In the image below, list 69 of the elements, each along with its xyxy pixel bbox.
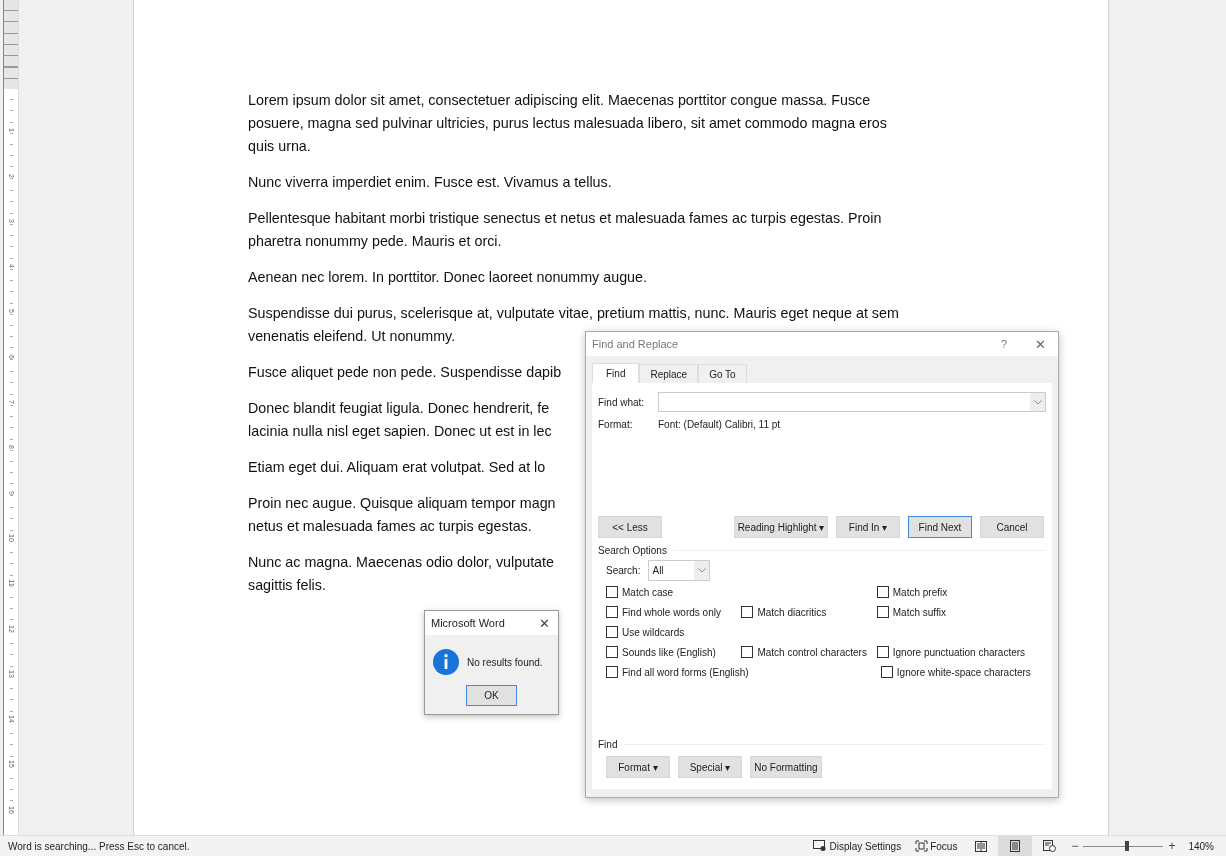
dropdown-caret-icon	[697, 568, 706, 573]
option-checkbox[interactable]: Ignore white-space characters	[880, 666, 1031, 678]
book-icon	[975, 840, 988, 852]
dialog-button[interactable]: Find In ▾	[836, 516, 900, 538]
body-text-line: sagittis felis.	[248, 577, 326, 593]
option-checkbox[interactable]: Match suffix	[876, 606, 946, 618]
option-checkbox[interactable]: Find whole words only	[606, 606, 721, 618]
body-text-line: Donec blandit feugiat ligula. Donec hendrerit, fe	[248, 400, 550, 416]
message-text: No results found.	[467, 656, 543, 668]
body-text-line: posuere, magna sed pulvinar ultricies, purus lectus malesuada libero, sit amet commodo magna eros	[248, 115, 887, 131]
monitor-gear-icon	[813, 840, 828, 852]
dialog-button[interactable]: Find Next	[908, 516, 972, 538]
body-text-line: lacinia nulla nisl eget sapien. Donec ut est in lec	[248, 423, 552, 439]
option-checkbox[interactable]: Sounds like (English)	[606, 646, 716, 658]
body-text-line: Lorem ipsum dolor sit amet, consectetuer adipiscing elit. Maecenas porttitor congue massa. Fusce	[248, 92, 871, 108]
dialog-title: Find and Replace	[592, 338, 679, 350]
dialog-tab[interactable]: Go To	[698, 364, 747, 383]
dialog-button[interactable]: Cancel	[980, 516, 1044, 538]
dropdown-caret-icon	[1033, 399, 1042, 405]
help-button[interactable]: ?	[1000, 338, 1007, 350]
body-text-line: Suspendisse dui purus, scelerisque at, vulputate vitae, pretium mattis, nunc. Mauris eget neque at sem	[248, 305, 899, 321]
body-text-line: Fusce aliquet pede non pede. Suspendisse dapib	[248, 364, 562, 380]
body-text-line: Pellentesque habitant morbi tristique senectus et netus et malesuada fames ac turpis egestas. Proin	[248, 210, 882, 226]
zoom-level[interactable]: 140%	[1188, 840, 1214, 852]
status-text: Word is searching... Press Esc to cancel.	[8, 840, 190, 852]
find-what-field[interactable]	[658, 392, 1046, 412]
option-checkbox[interactable]: Match prefix	[876, 586, 948, 598]
dialog-tab[interactable]: Replace	[639, 364, 699, 383]
field-label: Find what:	[598, 396, 646, 408]
close-button[interactable]: ✕	[539, 615, 550, 631]
body-text-line: venenatis eleifend. Ut nonummy.	[248, 328, 456, 344]
option-checkbox[interactable]: Use wildcards	[606, 626, 685, 638]
dialog-button[interactable]: Special ▾	[678, 756, 742, 778]
focus-icon	[915, 840, 929, 852]
section-heading: Search Options	[598, 545, 667, 556]
view-button[interactable]	[998, 836, 1033, 856]
zoom-in-button[interactable]: +	[1163, 839, 1181, 853]
dialog-button[interactable]: Format ▾	[606, 756, 670, 778]
body-text-line: Etiam eget dui. Aliquam erat volutpat. Sed at lo	[248, 459, 546, 475]
search-label: Search:	[606, 565, 641, 576]
option-checkbox[interactable]: Match control characters	[741, 646, 867, 658]
section-heading: Find	[598, 739, 618, 750]
search-direction-select[interactable]: All	[648, 560, 711, 581]
close-button[interactable]: ✕	[1035, 336, 1046, 352]
format-value: Font: (Default) Calibri, 11 pt	[658, 419, 781, 430]
dialog-button[interactable]: No Formatting	[750, 756, 822, 778]
body-text-line: Aenean nec lorem. In porttitor. Donec laoreet nonummy augue.	[248, 269, 647, 285]
body-text-line: Proin nec augue. Quisque aliquam tempor magn	[248, 495, 556, 511]
display-settings-button[interactable]: Display Settings	[806, 836, 909, 856]
dialog-tab[interactable]: Find	[592, 363, 640, 383]
body-text-line: netus et malesuada fames ac turpis egestas.	[248, 518, 532, 534]
format-label: Format:	[598, 419, 634, 430]
ok-button[interactable]: OK	[466, 685, 517, 706]
dialog-title: Microsoft Word	[431, 617, 505, 629]
dialog-button[interactable]: << Less	[598, 516, 662, 538]
option-checkbox[interactable]: Match case	[606, 586, 674, 598]
body-text-line: pharetra nonummy pede. Mauris et orci.	[248, 233, 502, 249]
page-icon	[1010, 840, 1021, 852]
body-text-line: quis urna.	[248, 138, 311, 154]
option-checkbox[interactable]: Find all word forms (English)	[606, 666, 749, 678]
dialog-button[interactable]: Reading Highlight ▾	[734, 516, 828, 538]
info-icon	[433, 649, 459, 675]
body-text-line: Nunc viverra imperdiet enim. Fusce est. Vivamus a tellus.	[248, 174, 612, 190]
body-text-line: Nunc ac magna. Maecenas odio dolor, vulputate	[248, 554, 554, 570]
focus-button[interactable]: Focus	[908, 836, 965, 856]
option-checkbox[interactable]: Ignore punctuation characters	[876, 646, 1026, 658]
zoom-out-button[interactable]: −	[1066, 839, 1084, 853]
option-checkbox[interactable]: Match diacritics	[741, 606, 827, 618]
web-page-icon	[1042, 840, 1056, 852]
